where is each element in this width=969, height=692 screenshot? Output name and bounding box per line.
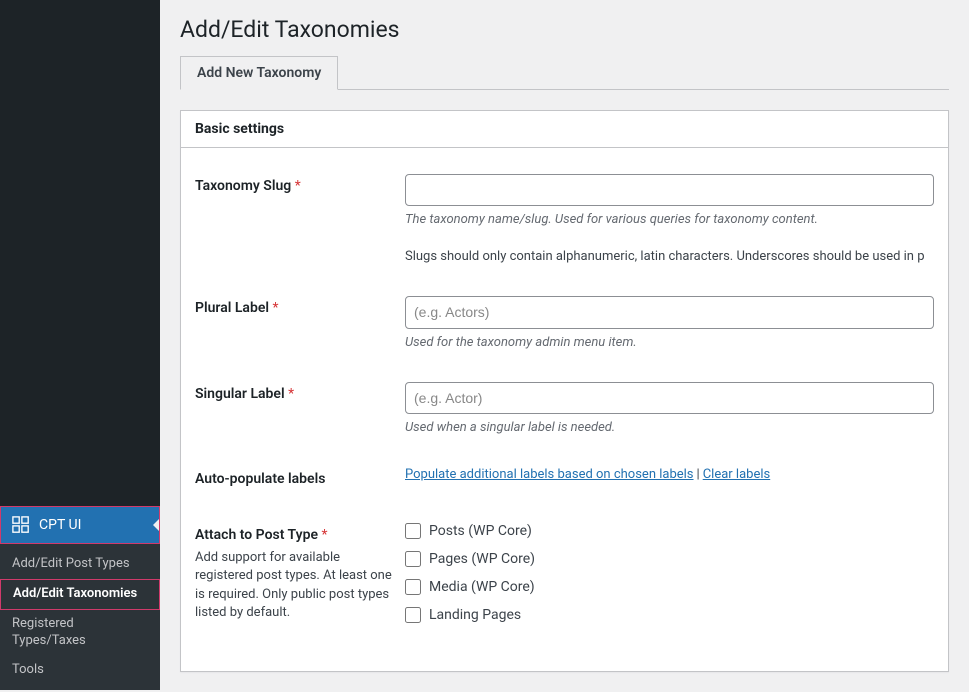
required-marker: *: [295, 178, 301, 194]
attach-option-landing-pages: Landing Pages: [405, 607, 934, 623]
attach-option-label: Landing Pages: [429, 607, 521, 623]
menu-arrow-icon: [153, 519, 159, 531]
sidebar-menu-cpt-ui[interactable]: CPT UI: [0, 506, 160, 544]
section-title: Basic settings: [195, 121, 934, 137]
taxonomy-slug-note: Slugs should only contain alphanumeric, …: [405, 249, 934, 264]
attach-checkbox-pages[interactable]: [405, 551, 421, 567]
plural-label-input[interactable]: [405, 296, 934, 328]
section-body: Taxonomy Slug * The taxonomy name/slug. …: [181, 148, 948, 671]
singular-label-desc: Used when a singular label is needed.: [405, 420, 934, 435]
taxonomy-slug-label: Taxonomy Slug *: [195, 178, 301, 194]
attach-label: Attach to Post Type *: [195, 527, 328, 543]
main-content: Add/Edit Taxonomies Add New Taxonomy Bas…: [160, 0, 969, 692]
attach-desc: Add support for available registered pos…: [195, 549, 395, 622]
autopopulate-label-cell: Auto-populate labels: [195, 451, 405, 507]
basic-settings-box: Basic settings Taxonomy Slug * The taxon…: [180, 110, 949, 672]
page-title: Add/Edit Taxonomies: [180, 0, 949, 55]
taxonomy-slug-label-cell: Taxonomy Slug *: [195, 158, 405, 280]
required-marker: *: [273, 300, 279, 316]
attach-checkbox-posts[interactable]: [405, 523, 421, 539]
sidebar-menu-label: CPT UI: [39, 517, 81, 533]
required-marker: *: [288, 386, 294, 402]
singular-label: Singular Label *: [195, 386, 294, 402]
form-table: Taxonomy Slug * The taxonomy name/slug. …: [195, 158, 934, 651]
attach-checkbox-landing-pages[interactable]: [405, 607, 421, 623]
plural-label-cell: Plural Label *: [195, 280, 405, 365]
clear-labels-link[interactable]: Clear labels: [703, 467, 771, 482]
taxonomy-slug-desc: The taxonomy name/slug. Used for various…: [405, 212, 934, 227]
required-marker: *: [321, 527, 327, 543]
attach-option-posts: Posts (WP Core): [405, 523, 934, 539]
submenu-item-taxonomies[interactable]: Add/Edit Taxonomies: [0, 579, 160, 610]
submenu-item-post-types[interactable]: Add/Edit Post Types: [0, 550, 160, 579]
attach-label-cell: Attach to Post Type * Add support for av…: [195, 507, 405, 651]
cpt-ui-icon: [11, 515, 31, 535]
submenu-item-registered[interactable]: Registered Types/Taxes: [0, 610, 160, 656]
attach-option-media: Media (WP Core): [405, 579, 934, 595]
sidebar-submenu: Add/Edit Post Types Add/Edit Taxonomies …: [0, 544, 160, 690]
tab-wrapper: Add New Taxonomy: [180, 55, 949, 90]
attach-checkbox-media[interactable]: [405, 579, 421, 595]
plural-label-desc: Used for the taxonomy admin menu item.: [405, 335, 934, 350]
attach-option-label: Media (WP Core): [429, 579, 535, 595]
admin-sidebar: CPT UI Add/Edit Post Types Add/Edit Taxo…: [0, 0, 160, 660]
section-header: Basic settings: [181, 111, 948, 148]
autopopulate-label: Auto-populate labels: [195, 471, 325, 487]
link-separator: |: [697, 467, 700, 482]
taxonomy-slug-input[interactable]: [405, 174, 934, 206]
attach-option-label: Pages (WP Core): [429, 551, 535, 567]
attach-option-label: Posts (WP Core): [429, 523, 532, 539]
tab-add-new-taxonomy[interactable]: Add New Taxonomy: [180, 56, 338, 90]
singular-label-input[interactable]: [405, 382, 934, 414]
populate-labels-link[interactable]: Populate additional labels based on chos…: [405, 467, 694, 482]
singular-label-cell: Singular Label *: [195, 366, 405, 451]
attach-option-pages: Pages (WP Core): [405, 551, 934, 567]
sidebar-spacer: [0, 0, 160, 506]
plural-label: Plural Label *: [195, 300, 279, 316]
